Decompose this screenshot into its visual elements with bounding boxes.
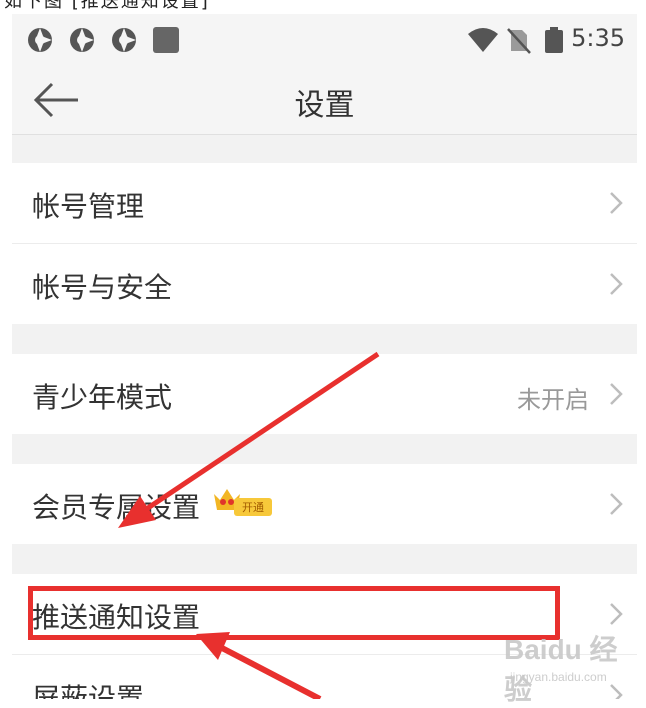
vip-badge: 开通 [212, 484, 274, 518]
status-bar: 5:35 [12, 14, 637, 68]
chevron-right-icon [610, 192, 623, 214]
app-header: 设置 [12, 68, 637, 135]
vip-badge-text: 开通 [242, 501, 264, 514]
settings-row-teen-mode[interactable]: 青少年模式 未开启 [12, 354, 637, 434]
notification-icon [70, 28, 94, 52]
teen-mode-status: 未开启 [517, 386, 589, 414]
page-title: 设置 [294, 88, 355, 123]
row-label: 青少年模式 [32, 381, 173, 414]
open-vip-badge: 开通 [234, 498, 272, 516]
notification-icon [28, 28, 52, 52]
cropped-caption: 如下图 [推送通知设置] [0, 0, 646, 14]
no-sim-icon [507, 28, 531, 54]
square-icon [153, 27, 179, 53]
chevron-right-icon [610, 383, 623, 405]
chevron-right-icon [610, 273, 623, 295]
watermark-brand: Baidu 经验 [504, 634, 618, 705]
cropped-caption-text: 如下图 [推送通知设置] [4, 0, 210, 12]
watermark: Baidu 经验 jingyan.baidu.com [504, 626, 624, 705]
row-label: 会员专属设置 [32, 491, 201, 524]
highlight-box [28, 586, 560, 640]
settings-row-member-settings[interactable]: 会员专属设置 开通 [12, 464, 637, 544]
row-label: 帐号管理 [32, 190, 145, 223]
notification-icon [112, 28, 136, 52]
watermark-url: jingyan.baidu.com [510, 670, 607, 684]
settings-row-account-management[interactable]: 帐号管理 [12, 163, 637, 243]
status-time: 5:35 [571, 24, 625, 52]
wifi-icon [468, 28, 498, 52]
battery-icon [545, 27, 563, 53]
chevron-right-icon [610, 493, 623, 515]
row-label: 屏蔽设置 [32, 682, 145, 699]
settings-row-account-security[interactable]: 帐号与安全 [12, 244, 637, 324]
chevron-right-icon [610, 603, 623, 625]
row-label: 帐号与安全 [32, 271, 173, 304]
